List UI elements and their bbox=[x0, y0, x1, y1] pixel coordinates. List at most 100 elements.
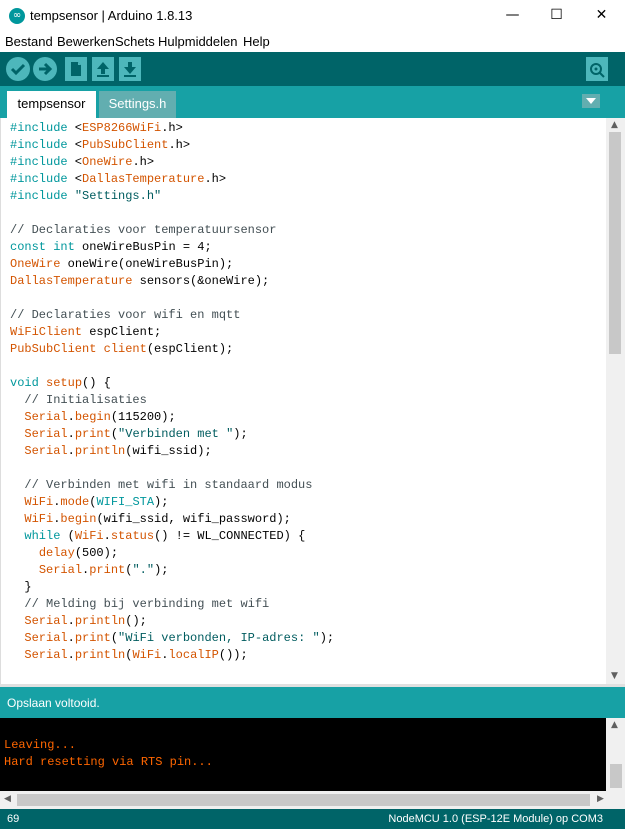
maximize-button[interactable]: ☐ bbox=[534, 0, 579, 31]
window-title: tempsensor | Arduino 1.8.13 bbox=[30, 8, 193, 23]
code-token: // Verbinden met wifi in standaard modus bbox=[24, 478, 313, 492]
code-token: #include bbox=[10, 189, 68, 203]
menu-bestand[interactable]: Bestand bbox=[5, 34, 53, 49]
code-token: espClient; bbox=[82, 325, 162, 339]
editor-scroll-thumb[interactable] bbox=[609, 132, 621, 354]
scroll-right-arrow-icon[interactable]: ▶ bbox=[597, 794, 604, 804]
code-token: "Settings.h" bbox=[74, 189, 162, 203]
menu-hulpmiddelen[interactable]: Hulpmiddelen bbox=[158, 34, 238, 49]
scroll-left-arrow-icon[interactable]: ◀ bbox=[4, 794, 11, 804]
menu-help[interactable]: Help bbox=[243, 34, 270, 49]
scroll-down-arrow-icon[interactable]: ▼ bbox=[611, 671, 618, 681]
horizontal-scroll-thumb[interactable] bbox=[17, 794, 590, 806]
code-token: PubSubClient bbox=[82, 138, 169, 152]
code-line: WiFiClient espClient; bbox=[10, 324, 161, 341]
code-token: .h> bbox=[204, 172, 227, 186]
serial-monitor-icon bbox=[590, 63, 605, 78]
save-sketch-button[interactable] bbox=[119, 57, 141, 81]
scroll-up-arrow-icon[interactable]: ▲ bbox=[611, 120, 618, 130]
console-line: Hard resetting via RTS pin... bbox=[4, 755, 213, 769]
code-token: ()); bbox=[218, 648, 248, 662]
code-token: WiFiClient bbox=[10, 325, 83, 339]
code-token: println bbox=[74, 444, 126, 458]
code-token: WiFi bbox=[132, 648, 162, 662]
code-token: status bbox=[110, 529, 155, 543]
code-token: < bbox=[67, 155, 83, 169]
console-line: Leaving... bbox=[4, 738, 77, 752]
code-line: } bbox=[10, 579, 31, 596]
code-token: void bbox=[10, 376, 39, 390]
code-token: WiFi bbox=[24, 512, 54, 526]
code-line: // Declaraties voor wifi en mqtt bbox=[10, 307, 240, 324]
close-button[interactable]: ✕ bbox=[579, 0, 624, 31]
code-token: // Declaraties voor wifi en mqtt bbox=[10, 308, 241, 322]
console-scroll-thumb[interactable] bbox=[610, 764, 622, 788]
console-output[interactable]: Leaving... Hard resetting via RTS pin... bbox=[0, 718, 606, 791]
code-token: WiFi bbox=[74, 529, 104, 543]
tab-tempsensor[interactable]: tempsensor bbox=[7, 91, 96, 118]
code-token: ); bbox=[154, 495, 169, 509]
code-token: () { bbox=[82, 376, 111, 390]
code-line: Serial.println(wifi_ssid); bbox=[10, 443, 211, 460]
console-horizontal-scrollbar[interactable]: ◀ ▶ bbox=[0, 791, 625, 809]
tab-settings-h[interactable]: Settings.h bbox=[99, 91, 176, 118]
code-line: while (WiFi.status() != WL_CONNECTED) { bbox=[10, 528, 305, 545]
new-sketch-button[interactable] bbox=[65, 57, 87, 81]
code-token: .h> bbox=[168, 138, 191, 152]
code-editor[interactable]: #include <ESP8266WiFi.h> #include <PubSub… bbox=[0, 118, 606, 684]
code-token: . bbox=[67, 444, 75, 458]
console-vertical-scrollbar[interactable]: ▲ bbox=[606, 718, 625, 791]
minimize-button[interactable]: — bbox=[490, 0, 535, 31]
open-sketch-button[interactable] bbox=[92, 57, 114, 81]
editor-vertical-scrollbar[interactable]: ▲ ▼ bbox=[606, 118, 625, 684]
code-token: . bbox=[67, 631, 75, 645]
code-token: . bbox=[67, 410, 75, 424]
code-token: #include bbox=[10, 121, 68, 135]
code-token: println bbox=[74, 614, 126, 628]
menu-schets[interactable]: Schets bbox=[115, 34, 155, 49]
code-token: . bbox=[67, 427, 75, 441]
code-token: (espClient); bbox=[146, 342, 234, 356]
code-token: ESP8266WiFi bbox=[82, 121, 162, 135]
code-line: OneWire oneWire(oneWireBusPin); bbox=[10, 256, 233, 273]
code-token: Serial bbox=[24, 648, 68, 662]
code-token: .h> bbox=[161, 121, 183, 135]
verify-button[interactable] bbox=[6, 57, 30, 81]
code-token: println bbox=[74, 648, 126, 662]
serial-monitor-button[interactable] bbox=[586, 57, 608, 81]
upload-button[interactable] bbox=[33, 57, 57, 81]
code-token: ( bbox=[110, 631, 119, 645]
code-token: < bbox=[67, 172, 83, 186]
code-token: ( bbox=[110, 427, 119, 441]
console-scroll-up-arrow-icon[interactable]: ▲ bbox=[611, 720, 618, 730]
code-token: sensors(&oneWire); bbox=[132, 274, 270, 288]
tab-menu-button[interactable] bbox=[582, 94, 600, 108]
code-token: print bbox=[74, 631, 111, 645]
code-line: Serial.println(); bbox=[10, 613, 146, 630]
code-token: (115200); bbox=[110, 410, 176, 424]
code-token: ); bbox=[233, 427, 248, 441]
menu-bewerken[interactable]: Bewerken bbox=[57, 34, 115, 49]
code-token: () != WL_CONNECTED) { bbox=[154, 529, 306, 543]
code-token: DallasTemperature bbox=[82, 172, 205, 186]
code-line: delay(500); bbox=[10, 545, 118, 562]
code-token: Serial bbox=[24, 444, 68, 458]
code-token: // Initialisaties bbox=[24, 393, 147, 407]
upload-icon bbox=[39, 62, 53, 76]
chevron-down-icon bbox=[586, 98, 596, 104]
code-token: print bbox=[74, 427, 111, 441]
code-token: begin bbox=[74, 410, 111, 424]
code-line: #include <DallasTemperature.h> bbox=[10, 171, 226, 188]
code-line: #include "Settings.h" bbox=[10, 188, 161, 205]
title-bar: ∞ tempsensor | Arduino 1.8.13 — ☐ ✕ bbox=[0, 0, 625, 32]
